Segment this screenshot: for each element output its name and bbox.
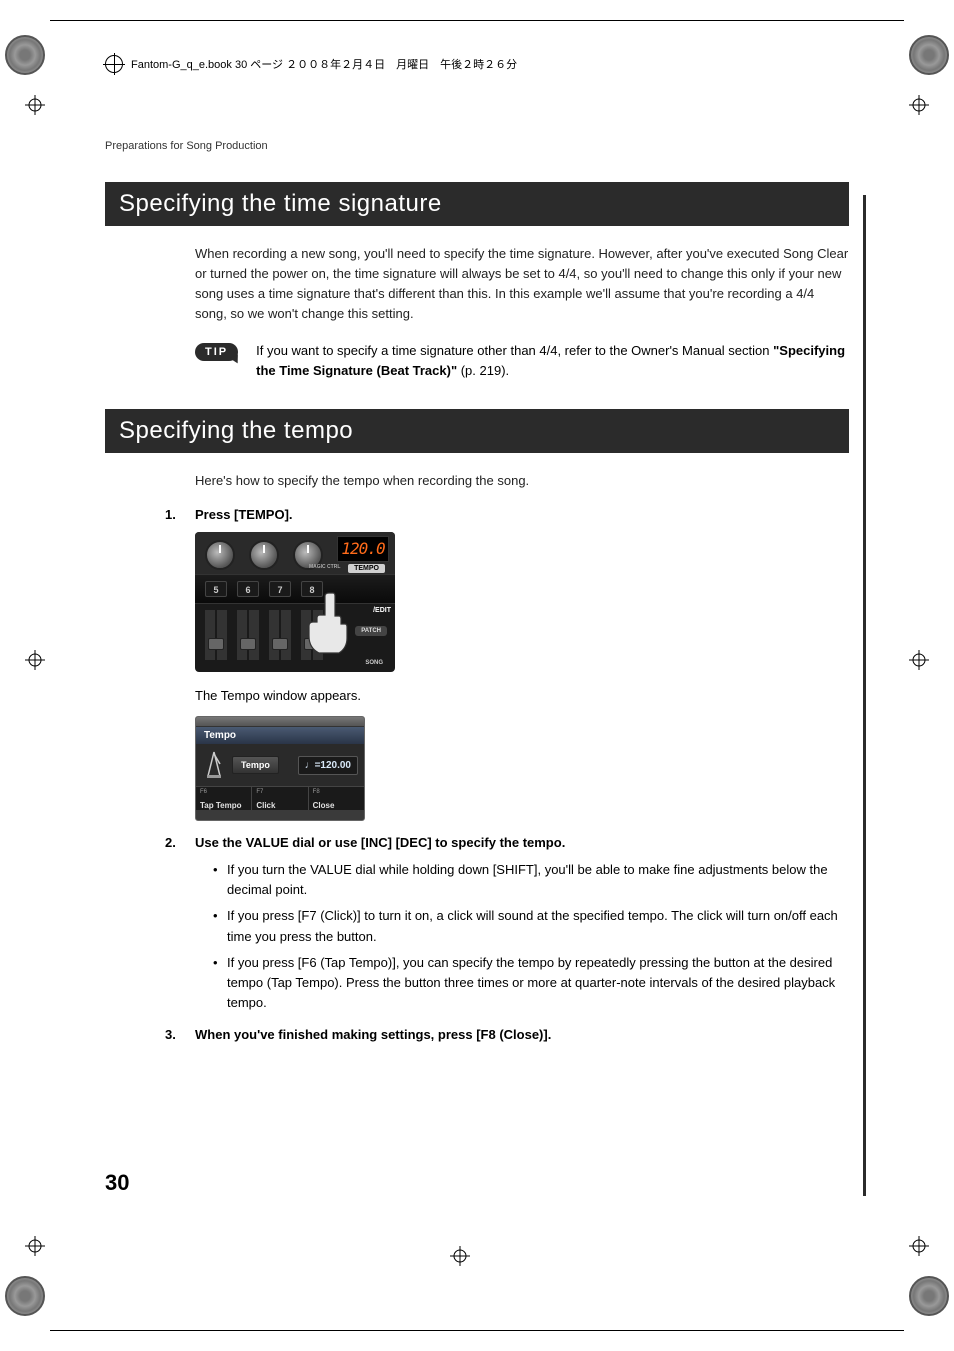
tempo-button-label: TEMPO bbox=[348, 564, 385, 573]
tempo-display: 120.0 bbox=[337, 536, 389, 562]
edit-label: /EDIT bbox=[373, 607, 391, 614]
knob-icon bbox=[249, 540, 279, 570]
slider-icon bbox=[205, 610, 227, 660]
tip-callout: TIP If you want to specify a time signat… bbox=[195, 341, 849, 381]
crop-mark-icon bbox=[909, 95, 929, 115]
fkey-label: Tap Tempo bbox=[200, 801, 241, 810]
crop-mark-icon bbox=[450, 1246, 470, 1266]
crop-mark-icon bbox=[25, 650, 45, 670]
magic-ctrl-label: MAGIC CTRL bbox=[309, 564, 340, 570]
fkey-number: F6 bbox=[200, 789, 247, 795]
step-2-number: 2. bbox=[165, 835, 176, 850]
step-1-number: 1. bbox=[165, 507, 176, 522]
tip-badge: TIP bbox=[195, 343, 238, 361]
slider-icon bbox=[269, 610, 291, 660]
tempo-window-footer: F6 Tap Tempo F7 Click F8 Close bbox=[196, 786, 364, 810]
step-1-title: Press [TEMPO]. bbox=[195, 507, 849, 522]
step-1: 1. Press [TEMPO]. 120.0 TEMPO MAGIC CTRL bbox=[105, 507, 849, 821]
knob-icon bbox=[205, 540, 235, 570]
step-2-title: Use the VALUE dial or use [INC] [DEC] to… bbox=[195, 835, 849, 850]
content-area: Preparations for Song Production Specify… bbox=[105, 140, 849, 1056]
step-2: 2. Use the VALUE dial or use [INC] [DEC]… bbox=[105, 835, 849, 1013]
crop-mark-icon bbox=[909, 650, 929, 670]
section2-intro: Here's how to specify the tempo when rec… bbox=[195, 471, 849, 491]
bullet-item: If you press [F7 (Click)] to turn it on,… bbox=[213, 906, 849, 946]
section1-body: When recording a new song, you'll need t… bbox=[195, 244, 849, 325]
side-tab-marker bbox=[863, 195, 866, 1196]
song-label: SONG bbox=[365, 660, 383, 666]
slider-icon bbox=[237, 610, 259, 660]
crop-decoration-icon bbox=[5, 1276, 45, 1316]
fkey-number: F8 bbox=[313, 789, 360, 795]
crop-decoration-icon bbox=[909, 1276, 949, 1316]
metronome-icon bbox=[202, 750, 226, 780]
page: Fantom-G_q_e.book 30 ページ ２００８年２月４日 月曜日 午… bbox=[0, 0, 954, 1351]
header-meta: Fantom-G_q_e.book 30 ページ ２００８年２月４日 月曜日 午… bbox=[105, 55, 517, 73]
header-meta-text: Fantom-G_q_e.book 30 ページ ２００８年２月４日 月曜日 午… bbox=[131, 56, 517, 72]
tempo-window-header: Tempo bbox=[196, 727, 364, 744]
fkey-f8: F8 Close bbox=[309, 787, 364, 810]
bullet-item: If you turn the VALUE dial while holding… bbox=[213, 860, 849, 900]
fkey-number: F7 bbox=[256, 789, 303, 795]
tip-text: If you want to specify a time signature … bbox=[256, 341, 849, 381]
tempo-window-illustration: Tempo Tempo ♩=120.00 bbox=[195, 716, 365, 821]
step-3-number: 3. bbox=[165, 1027, 176, 1042]
figure-hardware-panel: 120.0 TEMPO MAGIC CTRL 5 6 7 8 bbox=[195, 532, 849, 672]
fkey-label: Close bbox=[313, 801, 335, 810]
tempo-window-titlebar bbox=[196, 717, 364, 727]
number-row: 5 6 7 8 bbox=[195, 574, 395, 604]
figure-tempo-window: Tempo Tempo ♩=120.00 bbox=[195, 716, 849, 821]
tip-text-post: (p. 219). bbox=[457, 363, 509, 378]
patch-label: PATCH bbox=[355, 626, 387, 636]
crop-decoration-icon bbox=[909, 35, 949, 75]
breadcrumb: Preparations for Song Production bbox=[105, 140, 849, 152]
step-3: 3. When you've finished making settings,… bbox=[105, 1027, 849, 1042]
step-2-bullets: If you turn the VALUE dial while holding… bbox=[195, 860, 849, 1013]
fkey-f6: F6 Tap Tempo bbox=[196, 787, 252, 810]
section-header-time-signature: Specifying the time signature bbox=[105, 182, 849, 226]
registration-mark-icon bbox=[105, 55, 123, 73]
crop-mark-icon bbox=[25, 1236, 45, 1256]
pointing-hand-icon bbox=[299, 588, 359, 658]
crop-mark-icon bbox=[25, 95, 45, 115]
step-3-title: When you've finished making settings, pr… bbox=[195, 1027, 849, 1042]
tempo-field-value: ♩=120.00 bbox=[298, 756, 358, 775]
fkey-f7: F7 Click bbox=[252, 787, 308, 810]
crop-decoration-icon bbox=[5, 35, 45, 75]
pad-number: 6 bbox=[237, 581, 259, 597]
pad-number: 7 bbox=[269, 581, 291, 597]
step-list: 1. Press [TEMPO]. 120.0 TEMPO MAGIC CTRL bbox=[105, 507, 849, 1042]
slider-row bbox=[195, 604, 395, 668]
page-number: 30 bbox=[105, 1170, 129, 1196]
tempo-window-body: Tempo ♩=120.00 bbox=[196, 744, 364, 786]
tempo-field-label: Tempo bbox=[232, 756, 279, 774]
crop-mark-icon bbox=[909, 1236, 929, 1256]
pad-number: 5 bbox=[205, 581, 227, 597]
tip-text-pre: If you want to specify a time signature … bbox=[256, 343, 773, 358]
bullet-item: If you press [F6 (Tap Tempo)], you can s… bbox=[213, 953, 849, 1013]
hardware-panel-illustration: 120.0 TEMPO MAGIC CTRL 5 6 7 8 bbox=[195, 532, 395, 672]
step-1-after-figure: The Tempo window appears. bbox=[195, 686, 849, 706]
section-header-tempo: Specifying the tempo bbox=[105, 409, 849, 453]
fkey-label: Click bbox=[256, 801, 275, 810]
